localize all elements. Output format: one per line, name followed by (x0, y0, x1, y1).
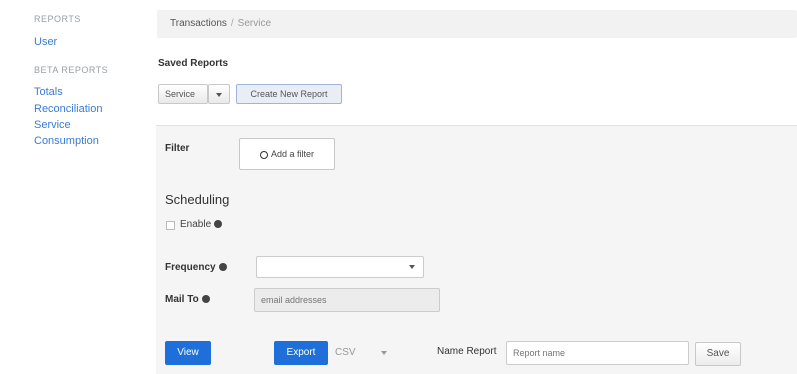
enable-label-text: Enable (180, 219, 212, 230)
filter-label: Filter (165, 143, 190, 154)
sidebar-section-beta-reports: BETA REPORTS (34, 65, 109, 75)
saved-report-dropdown-value: Service (165, 89, 196, 99)
saved-reports-title: Saved Reports (158, 58, 229, 69)
saved-report-dropdown[interactable]: Service (158, 84, 208, 104)
enable-checkbox[interactable] (166, 221, 175, 230)
chevron-down-icon (381, 351, 387, 355)
sidebar: REPORTS User BETA REPORTS Totals Reconci… (0, 0, 150, 373)
save-button[interactable]: Save (695, 342, 741, 366)
mail-to-label: Mail To (165, 294, 210, 305)
name-report-label: Name Report (437, 346, 497, 357)
breadcrumb-parent[interactable]: Transactions (170, 18, 227, 29)
sidebar-item-service[interactable]: Service (34, 119, 71, 131)
enable-label: Enable (180, 219, 223, 230)
frequency-label-text: Frequency (165, 262, 216, 273)
frequency-label: Frequency (165, 262, 227, 273)
plus-circle-icon (259, 150, 268, 159)
add-filter-button[interactable]: Add a filter (239, 138, 335, 170)
frequency-select[interactable] (256, 256, 424, 278)
sidebar-item-user[interactable]: User (34, 36, 57, 48)
mail-to-input[interactable] (254, 288, 440, 312)
breadcrumb: Transactions / Service (157, 10, 797, 38)
saved-report-dropdown-toggle[interactable] (208, 84, 230, 104)
export-format-select[interactable]: CSV (329, 342, 397, 364)
create-new-report-button[interactable]: Create New Report (236, 84, 342, 104)
breadcrumb-current: Service (237, 18, 272, 29)
sidebar-item-reconciliation[interactable]: Reconciliation (34, 103, 102, 115)
mail-to-label-text: Mail To (165, 294, 199, 305)
info-icon (201, 295, 210, 304)
export-format-value: CSV (335, 347, 356, 358)
scheduling-title: Scheduling (165, 192, 230, 207)
sidebar-item-consumption[interactable]: Consumption (34, 135, 99, 147)
chevron-down-icon (409, 265, 415, 269)
info-icon (218, 263, 227, 272)
chevron-down-icon (216, 92, 222, 97)
info-icon (214, 220, 223, 229)
add-filter-label: Add a filter (270, 149, 315, 159)
report-name-input[interactable] (506, 341, 689, 365)
breadcrumb-separator: / (230, 18, 234, 29)
export-button[interactable]: Export (274, 341, 328, 365)
sidebar-section-reports: REPORTS (34, 14, 81, 24)
sidebar-item-totals[interactable]: Totals (34, 86, 63, 98)
view-button[interactable]: View (165, 341, 211, 365)
